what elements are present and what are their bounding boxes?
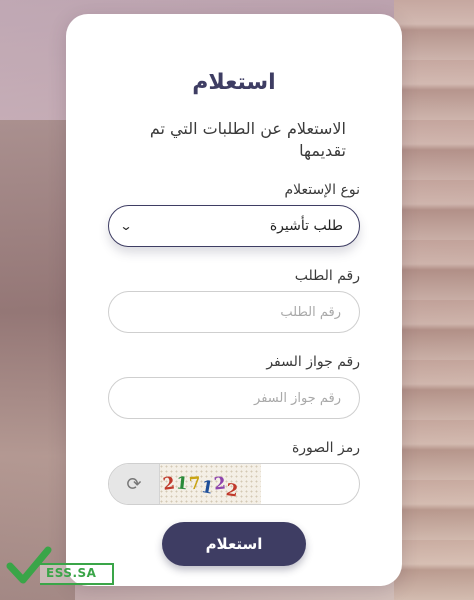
inquiry-type-label: نوع الإستعلام bbox=[284, 182, 360, 198]
captcha-char: 2 bbox=[224, 480, 241, 502]
submit-button[interactable]: استعلام bbox=[162, 522, 306, 566]
inquiry-card: استعلام الاستعلام عن الطلبات التي تم تقد… bbox=[66, 14, 402, 586]
request-number-label: رقم الطلب bbox=[294, 268, 360, 284]
watermark-text: ESS.SA bbox=[46, 566, 97, 580]
page-title: استعلام bbox=[192, 70, 276, 95]
captcha-label: رمز الصورة bbox=[291, 440, 360, 456]
background-rock-left bbox=[0, 120, 75, 600]
inquiry-type-value: طلب تأشيرة bbox=[269, 218, 343, 234]
chevron-down-icon: ⌄ bbox=[119, 219, 133, 233]
watermark: ESS.SA bbox=[6, 546, 114, 588]
request-number-field-wrap bbox=[108, 291, 360, 333]
captcha-image: 217122 bbox=[159, 464, 261, 504]
passport-number-field-wrap bbox=[108, 377, 360, 419]
inquiry-type-select[interactable]: طلب تأشيرة ⌄ bbox=[108, 205, 360, 247]
captcha-row: 217122 ⟳ bbox=[108, 463, 360, 505]
background-rock-right bbox=[394, 0, 474, 600]
passport-number-label: رقم جواز السفر bbox=[266, 354, 360, 370]
page-subtitle: الاستعلام عن الطلبات التي تم تقديمها bbox=[149, 119, 346, 160]
passport-number-input[interactable] bbox=[109, 378, 359, 418]
refresh-icon: ⟳ bbox=[126, 473, 142, 495]
captcha-input[interactable] bbox=[259, 464, 359, 504]
request-number-input[interactable] bbox=[109, 292, 359, 332]
captcha-refresh-button[interactable]: ⟳ bbox=[109, 464, 160, 504]
